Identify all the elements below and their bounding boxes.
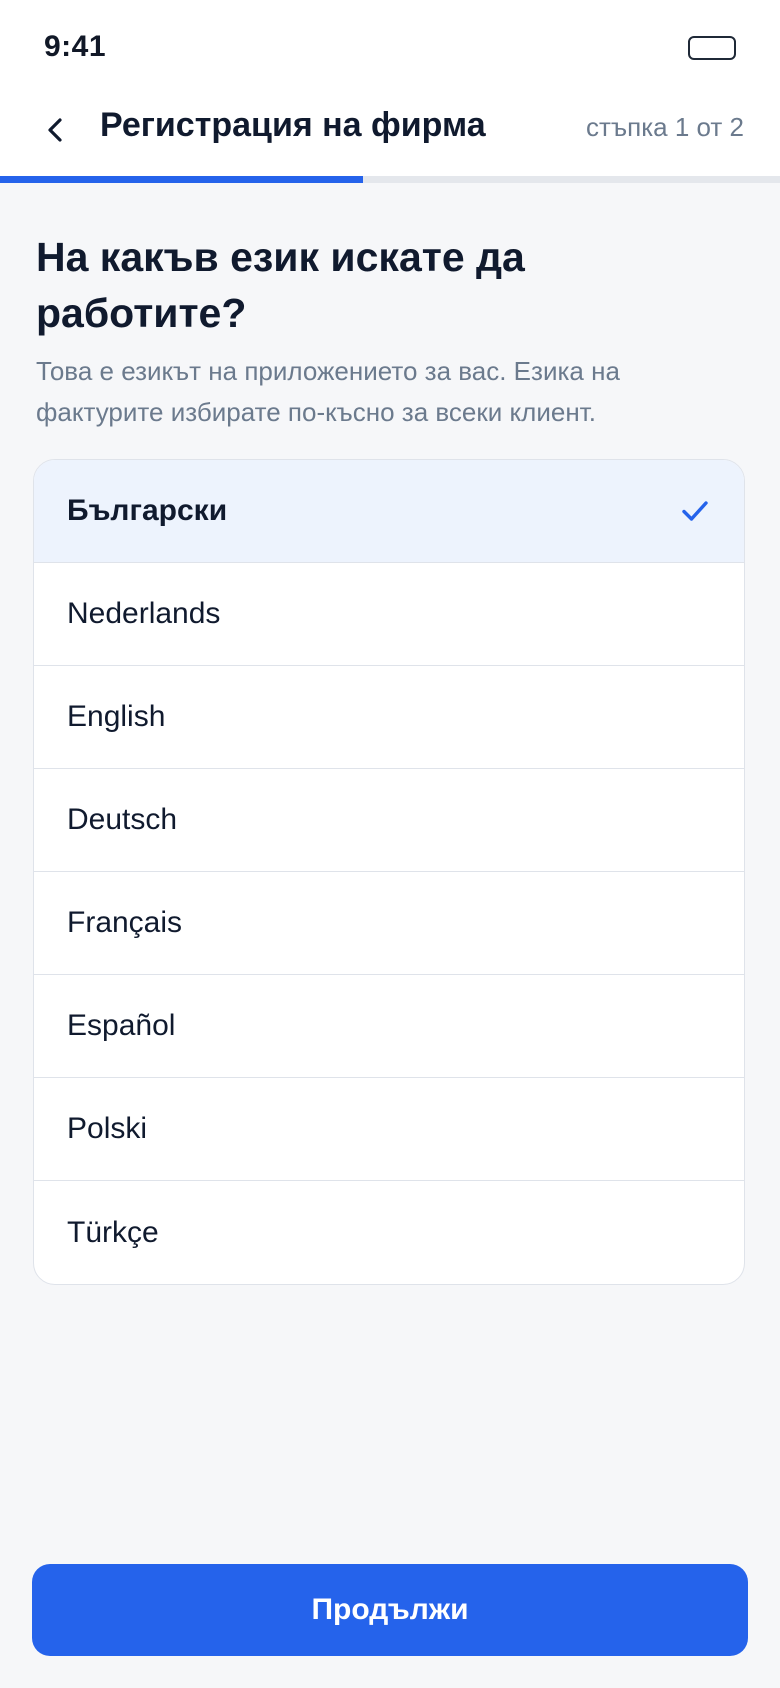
continue-button[interactable]: Продължи [32,1564,748,1656]
language-option[interactable]: Türkçe [34,1181,744,1284]
step-indicator: стъпка 1 от 2 [585,112,744,142]
language-label: Español [67,1009,176,1042]
language-option[interactable]: Polski [34,1078,744,1181]
language-option[interactable]: Français [34,872,744,975]
battery-icon [688,36,736,60]
page-title: Регистрация на фирма [100,106,486,144]
progress-fill [0,176,363,183]
check-icon [678,494,712,528]
chevron-left-icon [48,118,62,142]
question-heading: На какъв език искате да работите? [36,234,525,336]
language-label: Français [67,906,183,939]
language-label: Polski [67,1112,148,1145]
language-option[interactable]: Nederlands [34,563,744,666]
language-list: Български Nederlands English Deutsch Françai… [33,459,745,1285]
language-option[interactable]: Deutsch [34,769,744,872]
language-option[interactable]: Español [34,975,744,1078]
language-label: Türkçe [67,1215,159,1249]
status-time: 9:41 [44,30,107,63]
hint-text: Това е езикът на приложението за вас. Ез… [36,356,620,427]
back-button[interactable] [30,104,82,156]
header: Регистрация на фирма стъпка 1 от 2 [0,90,780,176]
language-label: Български [67,494,228,527]
language-option[interactable]: Български [34,460,744,563]
language-label: Nederlands [67,597,221,630]
language-option[interactable]: English [34,666,744,769]
progress-bar [0,176,780,183]
language-label: Deutsch [67,803,178,836]
language-label: English [67,700,166,733]
status-bar: 9:41 [0,0,780,90]
